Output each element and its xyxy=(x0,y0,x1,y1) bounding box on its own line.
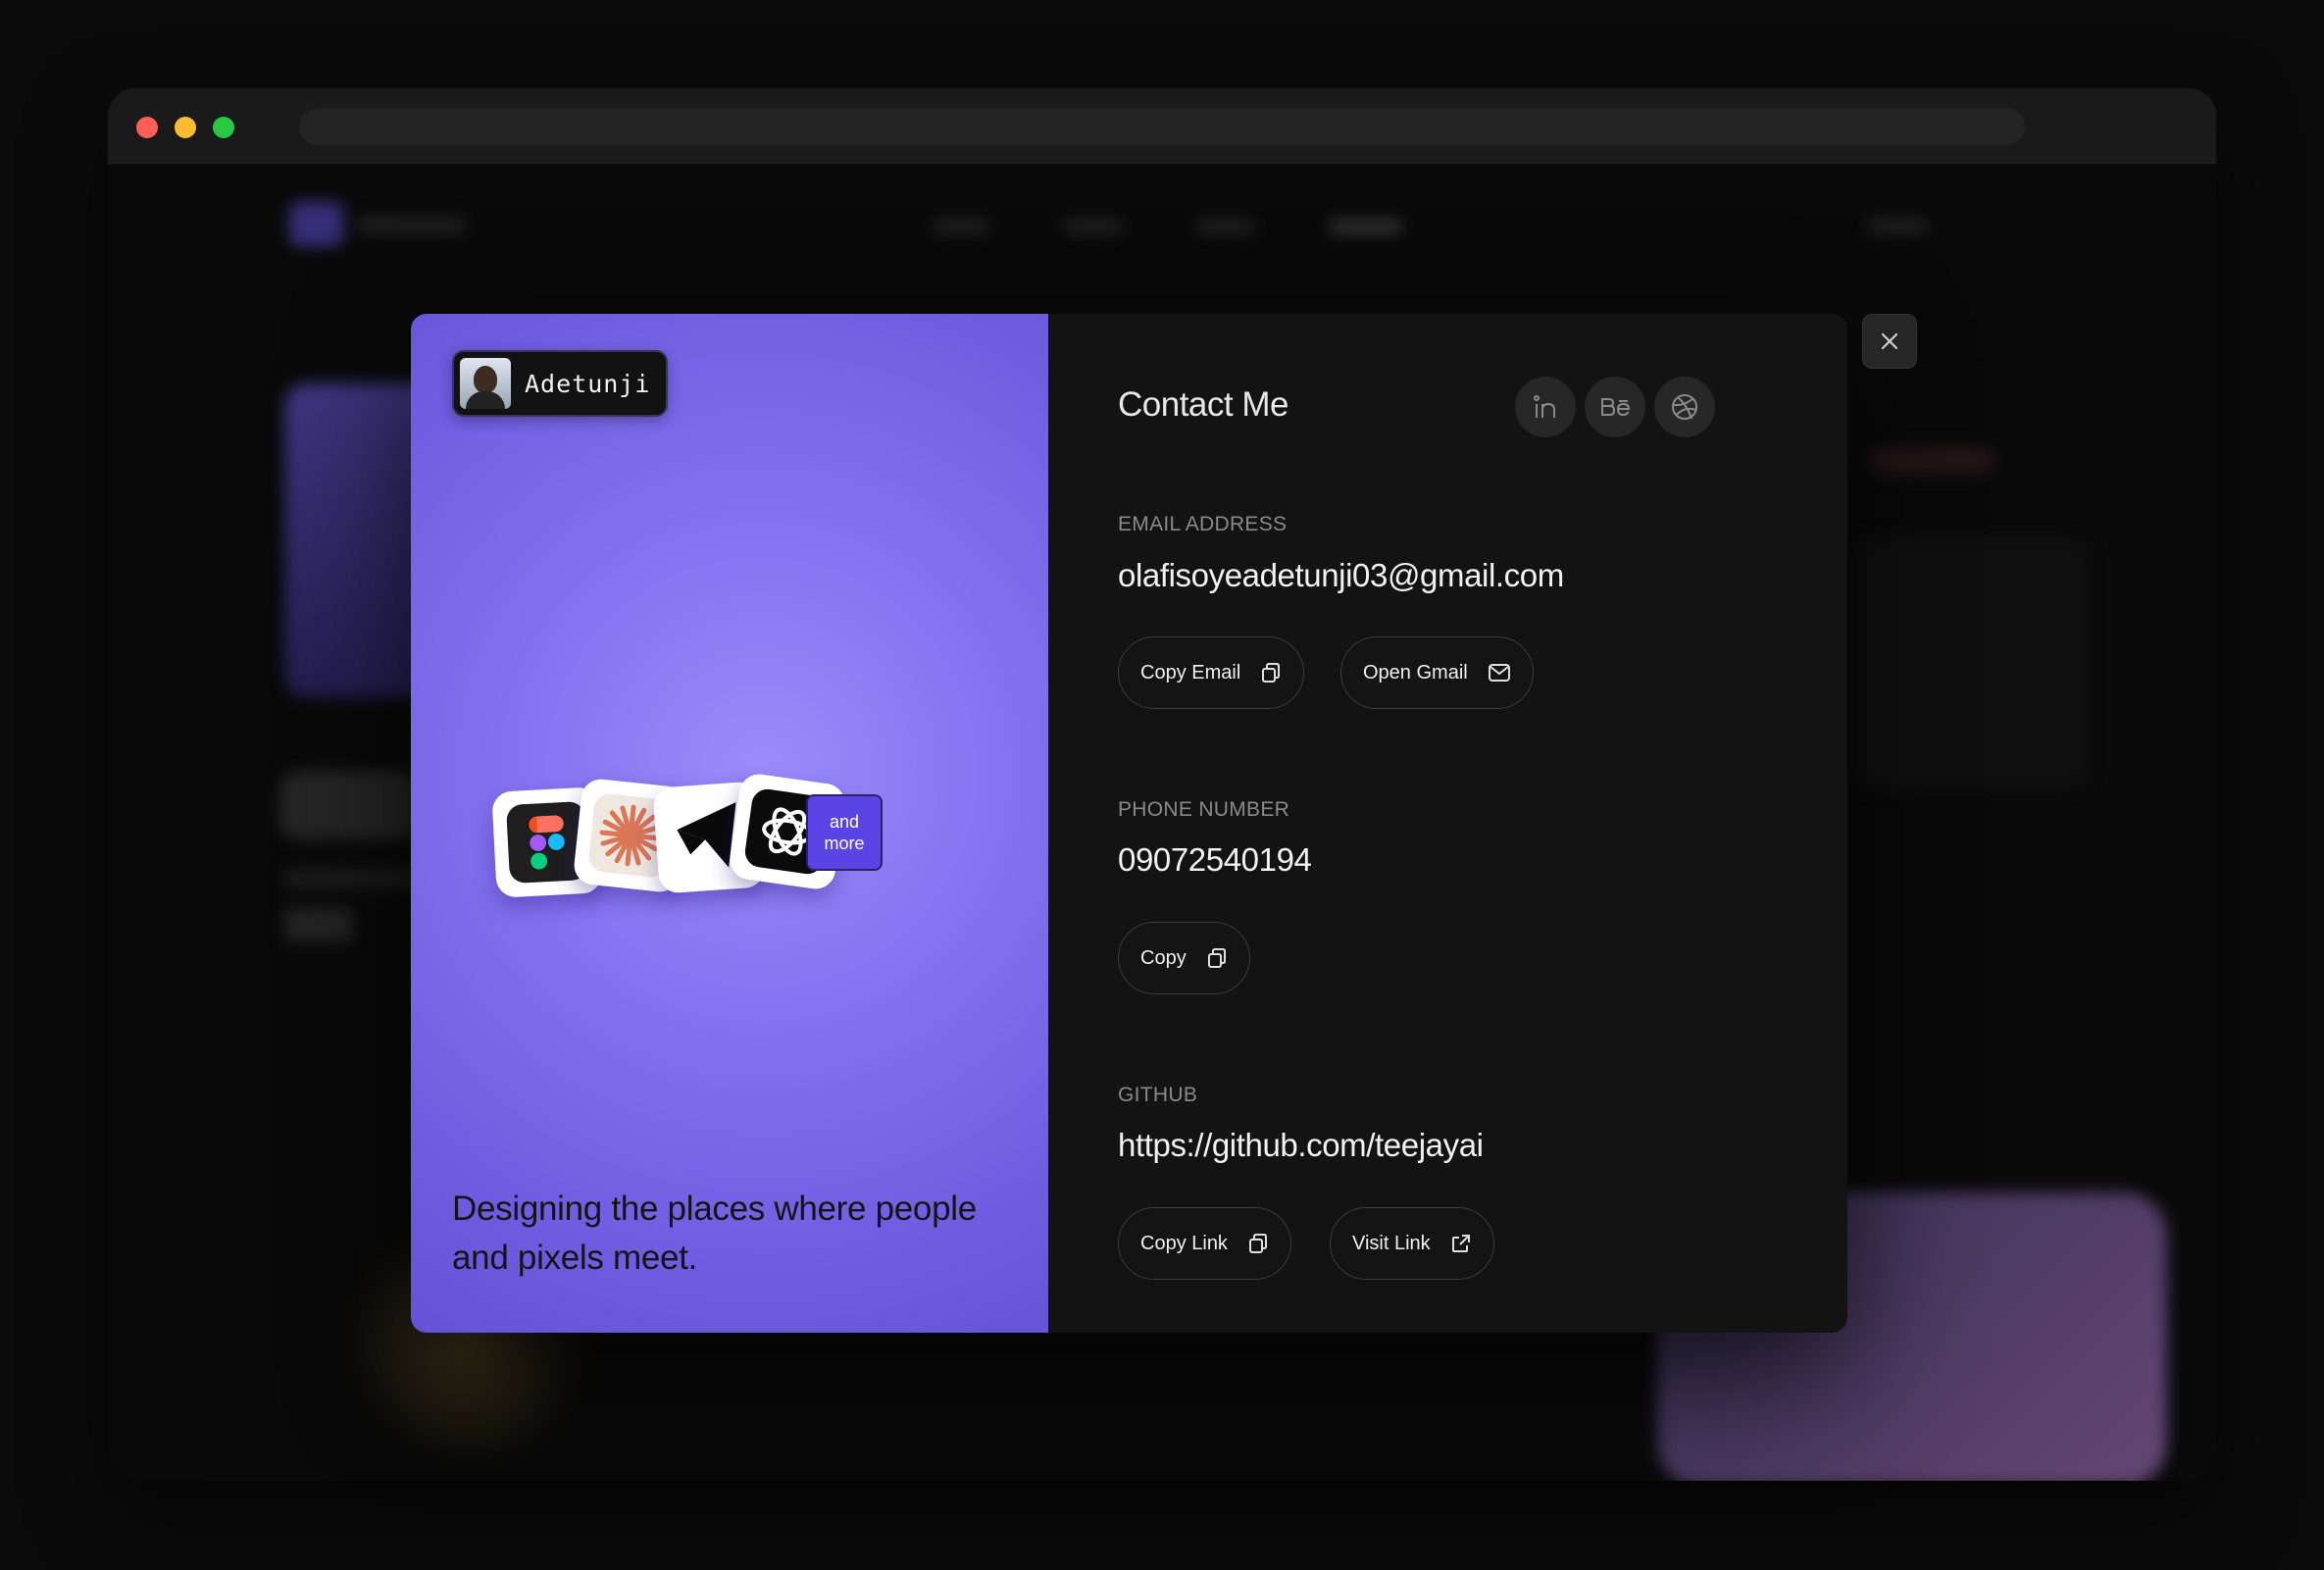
close-window-button[interactable] xyxy=(136,117,158,138)
close-icon xyxy=(1881,332,1898,350)
external-link-icon xyxy=(1451,1235,1470,1252)
modal-hero-panel: Adetunji and more Designing the places w… xyxy=(411,314,1048,1333)
copy-phone-button[interactable]: Copy xyxy=(1118,922,1250,994)
github-label: GITHUB xyxy=(1118,1084,1198,1106)
copy-icon xyxy=(1207,948,1226,968)
background-card xyxy=(1853,535,2089,790)
github-value: https://github.com/teejayai xyxy=(1118,1127,1484,1163)
copy-phone-label: Copy xyxy=(1140,946,1187,969)
name-badge: Adetunji xyxy=(452,350,669,417)
maximize-window-button[interactable] xyxy=(213,117,234,138)
background-pill xyxy=(1868,447,1996,475)
email-label: EMAIL ADDRESS xyxy=(1118,513,1288,535)
open-gmail-label: Open Gmail xyxy=(1363,661,1468,684)
visit-link-button[interactable]: Visit Link xyxy=(1330,1207,1494,1280)
background-chips xyxy=(279,771,417,839)
email-value: olafisoyeadetunji03@gmail.com xyxy=(1118,557,1564,593)
and-more-line2: more xyxy=(824,834,865,853)
copy-icon xyxy=(1262,663,1281,683)
background-nav-item xyxy=(1868,220,1927,233)
and-more-line1: and xyxy=(829,812,860,832)
contact-title: Contact Me xyxy=(1118,385,1288,424)
badge-name: Adetunji xyxy=(525,369,651,398)
behance-icon[interactable] xyxy=(1585,377,1645,437)
background-logo-text xyxy=(358,217,466,234)
address-bar[interactable] xyxy=(299,108,2025,145)
linkedin-icon[interactable] xyxy=(1515,377,1576,437)
title-bar xyxy=(108,88,2216,164)
copy-link-button[interactable]: Copy Link xyxy=(1118,1207,1291,1280)
dribbble-icon[interactable] xyxy=(1654,377,1715,437)
tool-icon-stack: and more xyxy=(491,765,906,912)
minimize-window-button[interactable] xyxy=(175,117,196,138)
and-more-badge: and more xyxy=(806,794,883,871)
mail-icon xyxy=(1488,664,1510,682)
tagline: Designing the places where people and pi… xyxy=(452,1190,977,1277)
copy-link-label: Copy Link xyxy=(1140,1232,1228,1254)
contact-panel: Contact Me EMAIL ADDRESS olafisoyeadetun… xyxy=(1048,314,1847,1333)
visit-link-label: Visit Link xyxy=(1352,1232,1431,1254)
background-text xyxy=(284,908,353,941)
background-nav-item xyxy=(1064,220,1123,233)
copy-email-label: Copy Email xyxy=(1140,661,1241,684)
background-logo xyxy=(289,202,343,246)
contact-modal: Adetunji and more Designing the places w… xyxy=(411,314,1847,1333)
copy-icon xyxy=(1248,1234,1267,1253)
background-nav-item xyxy=(1196,220,1255,233)
phone-value: 09072540194 xyxy=(1118,841,1312,878)
open-gmail-button[interactable]: Open Gmail xyxy=(1340,636,1534,709)
close-modal-button[interactable] xyxy=(1862,314,1917,369)
avatar xyxy=(460,358,511,409)
copy-email-button[interactable]: Copy Email xyxy=(1118,636,1305,709)
phone-label: PHONE NUMBER xyxy=(1118,798,1290,821)
background-nav-item xyxy=(932,220,990,233)
background-nav-item xyxy=(1329,220,1402,233)
background-text xyxy=(284,869,431,888)
